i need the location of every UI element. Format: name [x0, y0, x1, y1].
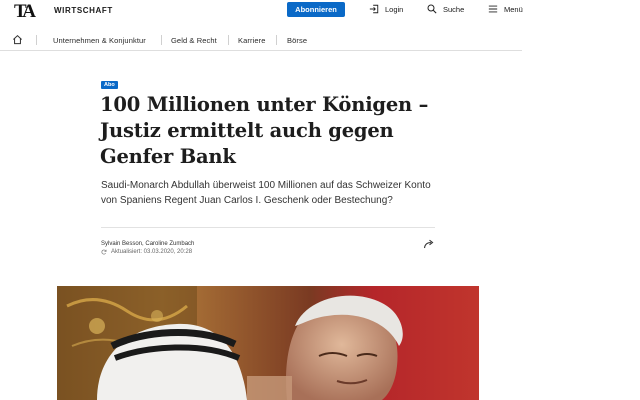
article-headline: 100 Millionen unter Königen – Justiz erm… [100, 93, 429, 168]
top-header: TA WIRTSCHAFT Abonnieren Login Suche Men… [0, 0, 640, 24]
section-title[interactable]: WIRTSCHAFT [54, 6, 113, 15]
hamburger-icon [488, 5, 498, 13]
share-icon[interactable] [423, 238, 435, 250]
search-label: Suche [443, 4, 465, 14]
divider [101, 227, 435, 228]
login-label: Login [385, 4, 404, 14]
refresh-icon [101, 249, 107, 255]
article-authors[interactable]: Sylvain Besson, Caroline Zumbach [101, 241, 194, 247]
nav-divider [36, 35, 37, 45]
login-icon [369, 4, 379, 14]
logo[interactable]: TA [14, 1, 40, 23]
menu-label: Menü [504, 4, 523, 14]
hero-image [57, 286, 479, 400]
nav-item-boerse[interactable]: Börse [287, 36, 307, 45]
nav-divider [161, 35, 162, 45]
hero-photo [57, 286, 479, 400]
nav-item-geld-recht[interactable]: Geld & Recht [171, 36, 217, 45]
subscribe-button[interactable]: Abonnieren [287, 2, 345, 17]
article-updated: Aktualisiert: 03.03.2020, 20:28 [101, 249, 192, 255]
search-link[interactable]: Suche [427, 4, 464, 14]
nav-item-karriere[interactable]: Karriere [238, 36, 265, 45]
sub-navigation: Unternehmen & Konjunktur Geld & Recht Ka… [0, 31, 522, 51]
search-icon [427, 4, 437, 14]
nav-divider [228, 35, 229, 45]
login-link[interactable]: Login [369, 4, 403, 14]
abo-badge: Abo [101, 81, 118, 89]
home-icon[interactable] [12, 34, 23, 45]
nav-item-unternehmen-konjunktur[interactable]: Unternehmen & Konjunktur [53, 36, 146, 45]
nav-divider [276, 35, 277, 45]
updated-label: Aktualisiert: 03.03.2020, 20:28 [111, 249, 193, 255]
menu-button[interactable]: Menü [488, 4, 523, 14]
article-lead: Saudi-Monarch Abdullah überweist 100 Mil… [101, 180, 431, 206]
